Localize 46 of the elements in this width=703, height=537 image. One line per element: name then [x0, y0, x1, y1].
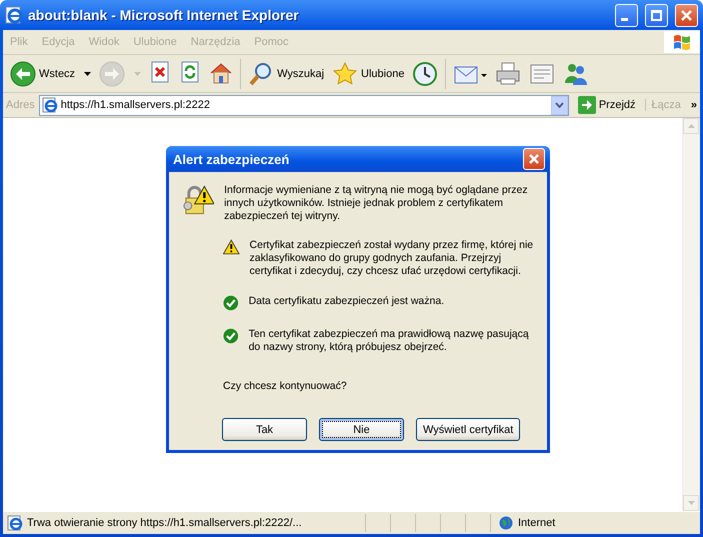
- intro-text: Informacje wymieniane z tą witryną nie mogą być oglądane przez innych użytkowników. Istnieje jednak problem z certyfikatem zabezpieczeń tej witryny.: [224, 184, 529, 223]
- status-text: Trwa otwieranie strony https://h1.smallservers.pl:2222/...: [27, 517, 302, 529]
- chevron-down-icon: [554, 102, 564, 108]
- maximize-icon: [651, 10, 662, 20]
- chevron-up-icon: [688, 124, 694, 128]
- maximize-button[interactable]: [645, 4, 668, 26]
- star-icon: [332, 60, 358, 86]
- dropdown-caret-icon: [134, 72, 142, 76]
- window-title: about:blank - Microsoft Internet Explorer: [28, 7, 300, 23]
- page-icon: [7, 515, 23, 531]
- address-field[interactable]: https://h1.smallservers.pl:2222: [38, 94, 569, 116]
- address-label: Adres: [6, 99, 35, 111]
- house-icon: [209, 60, 234, 86]
- search-button[interactable]: Wyszukaj: [244, 58, 328, 90]
- globe-icon: [499, 516, 513, 530]
- close-button[interactable]: [523, 148, 545, 170]
- check-icon: [223, 295, 239, 311]
- dropdown-button[interactable]: [550, 96, 568, 114]
- dialog-button[interactable]: Tak: [222, 418, 307, 441]
- chevron-down-icon: [688, 501, 694, 505]
- close-icon: [681, 10, 692, 20]
- minimize-button[interactable]: [615, 4, 638, 26]
- zone-text: Internet: [518, 517, 556, 529]
- message-text: Certyfikat zabezpieczeń został wydany przez firmę, której nie zaklasyfikowano do grupy godnych zaufania. Przejrzyj certyfikat i zdecyduj, czy chcesz ufać urzędowi certyfikacji.: [250, 239, 534, 278]
- message-text: Data certyfikatu zabezpieczeń jest ważna.: [248, 295, 446, 309]
- arrow-right-icon: [578, 96, 596, 114]
- printer-icon: [495, 60, 522, 86]
- check-icon: [223, 328, 239, 344]
- close-button[interactable]: [675, 4, 698, 26]
- dialog-button[interactable]: Nie: [319, 418, 404, 441]
- go-button[interactable]: Przejdź: [572, 96, 641, 114]
- favorites-button[interactable]: Ulubione: [328, 58, 408, 90]
- dialog-title: Alert zabezpieczeń: [173, 152, 290, 166]
- close-icon: [529, 154, 539, 164]
- warning-icon: [223, 239, 240, 255]
- browser-logo-icon: [5, 6, 23, 24]
- dialog-button[interactable]: Wyświetl certyfikat: [416, 418, 520, 441]
- back-button[interactable]: Wstecz: [6, 58, 96, 90]
- more-button[interactable]: »: [684, 99, 697, 111]
- clock-icon: [412, 60, 438, 86]
- dropdown-caret-icon: [84, 72, 92, 76]
- padlock-warning-icon: [183, 184, 214, 216]
- minimize-icon: [620, 18, 628, 20]
- message-text: Ten certyfikat zabezpieczeń ma prawidłową nazwę pasującą do nazwy strony, którą próbujesz obejrzeć.: [248, 328, 530, 354]
- question-text: Czy chcesz kontynuować?: [223, 380, 348, 392]
- page-icon: [42, 97, 58, 113]
